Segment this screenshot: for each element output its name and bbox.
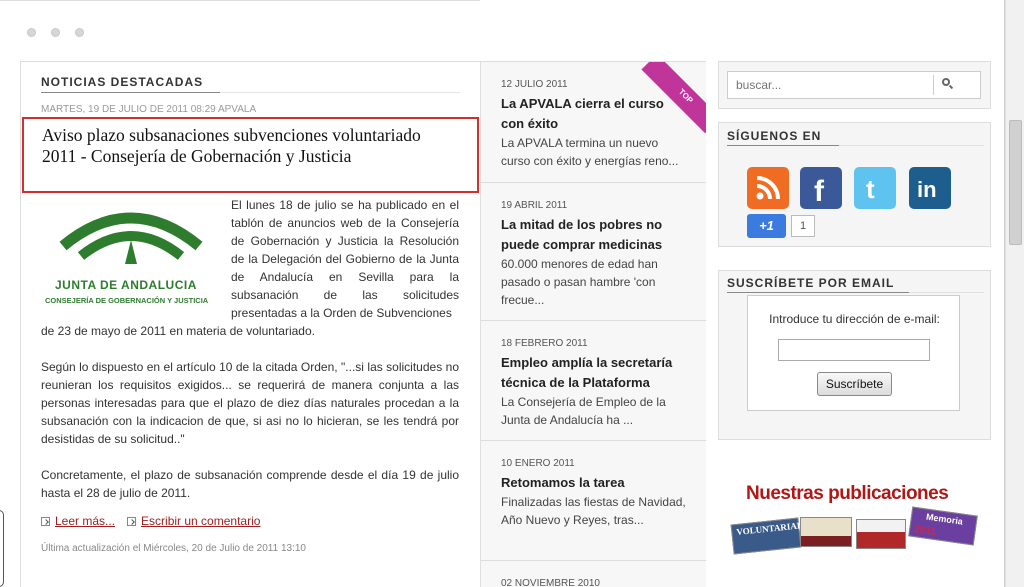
scrollbar-thumb[interactable] [1009, 120, 1022, 245]
last-updated: Última actualización el Miércoles, 20 de… [41, 543, 306, 554]
slider-dot[interactable] [27, 28, 36, 37]
slider-dots [27, 28, 84, 37]
top-divider [0, 0, 480, 1]
follow-widget: SÍGUENOS EN f t in +1 1 [718, 122, 991, 247]
read-more-link[interactable]: Leer más... [55, 514, 115, 528]
article-paragraph: de 23 de mayo de 2011 en materia de volu… [41, 324, 315, 338]
article-paragraph: Concretamente, el plazo de subsanación c… [41, 468, 459, 500]
comment-icon [127, 516, 137, 526]
news-excerpt: La Consejería de Empleo de la Junta de A… [501, 395, 666, 427]
section-rule-light [220, 92, 460, 93]
news-excerpt: 60.000 menores de edad han pasado o pasa… [501, 257, 658, 307]
publication-cover[interactable] [800, 517, 852, 547]
search-button[interactable] [933, 75, 957, 95]
section-rule [41, 92, 220, 93]
widget-rule [727, 145, 839, 146]
article-title-box: Aviso plazo subsanaciones subvenciones v… [22, 117, 479, 193]
news-item[interactable]: 12 JULIO 2011 La APVALA cierra el curso … [481, 79, 706, 183]
section-title: NOTICIAS DESTACADAS [41, 75, 204, 89]
featured-article: NOTICIAS DESTACADAS MARTES, 19 DE JULIO … [21, 62, 480, 587]
svg-text:t: t [866, 174, 875, 204]
search-widget [718, 61, 991, 109]
widget-rule-light [909, 292, 984, 293]
news-item[interactable]: 18 FEBRERO 2011 Empleo amplía la secreta… [481, 338, 706, 441]
news-item[interactable]: 19 ABRIL 2011 La mitad de los pobres no … [481, 200, 706, 321]
svg-text:in: in [917, 177, 937, 202]
subscribe-title: SUSCRÍBETE POR EMAIL [727, 276, 895, 290]
logo-subtext: CONSEJERÍA DE GOBERNACIÓN Y JUSTICIA [45, 296, 209, 305]
article-paragraph: El lunes 18 de julio se ha publicado en … [231, 198, 459, 320]
cover-year: 2011 [913, 524, 937, 538]
news-excerpt: La APVALA termina un nuevo curso con éxi… [501, 136, 679, 168]
subscribe-button[interactable]: Suscríbete [817, 372, 892, 396]
window-edge [0, 510, 4, 587]
twitter-icon[interactable]: t [854, 167, 896, 209]
junta-andalucia-logo: JUNTA DE ANDALUCIA CONSEJERÍA DE GOBERNA… [41, 198, 221, 313]
news-item[interactable]: 10 ENERO 2011 Retomamos la tarea Finaliz… [481, 458, 706, 561]
news-item[interactable]: 02 NOVIEMBRE 2010 [481, 578, 706, 587]
search-box [727, 71, 981, 99]
publication-cover[interactable] [856, 519, 906, 549]
google-plus-count: 1 [791, 215, 815, 237]
cover-title: Memoria [925, 511, 964, 527]
news-date: 12 JULIO 2011 [501, 79, 568, 90]
logo-text: JUNTA DE ANDALUCIA [55, 278, 197, 292]
subscribe-widget: SUSCRÍBETE POR EMAIL Introduce tu direcc… [718, 270, 991, 440]
publications-covers[interactable]: VOLUNTARIADO Memoria 2011 [730, 506, 980, 555]
linkedin-icon[interactable]: in [909, 167, 951, 209]
news-title[interactable]: La APVALA cierra el curso con éxito [501, 94, 687, 134]
news-title[interactable]: Empleo amplía la secretaría técnica de l… [501, 353, 687, 393]
news-excerpt: Finalizadas las fiestas de Navidad, Año … [501, 495, 686, 527]
facebook-icon[interactable]: f [800, 167, 842, 209]
article-title-link[interactable]: Aviso plazo subsanaciones subvenciones v… [42, 125, 421, 166]
widget-rule-light [839, 145, 984, 146]
svg-text:f: f [814, 175, 825, 208]
publication-cover[interactable]: Memoria 2011 [908, 506, 978, 546]
widget-rule [727, 292, 909, 293]
slider-dot[interactable] [75, 28, 84, 37]
main-content: NOTICIAS DESTACADAS MARTES, 19 DE JULIO … [20, 61, 706, 587]
news-date: 18 FEBRERO 2011 [501, 338, 588, 349]
arrow-icon [41, 516, 50, 526]
write-comment-link[interactable]: Escribir un comentario [141, 514, 260, 528]
rss-icon[interactable] [747, 167, 789, 209]
vertical-scrollbar[interactable] [1005, 0, 1024, 587]
news-list: TOP 12 JULIO 2011 La APVALA cierra el cu… [480, 62, 706, 587]
slider-dot[interactable] [51, 28, 60, 37]
publication-cover[interactable]: VOLUNTARIADO [730, 517, 811, 555]
news-title[interactable]: La mitad de los pobres no puede comprar … [501, 215, 687, 255]
follow-title: SÍGUENOS EN [727, 129, 822, 143]
email-field[interactable] [778, 339, 930, 361]
article-paragraph: Según lo dispuesto en el artículo 10 de … [41, 360, 459, 446]
search-input[interactable] [728, 72, 928, 98]
news-date: 19 ABRIL 2011 [501, 200, 568, 211]
subscribe-form: Introduce tu dirección de e-mail: Suscrí… [747, 295, 960, 411]
news-title[interactable]: Retomamos la tarea [501, 473, 687, 493]
google-plus-button[interactable]: +1 [747, 214, 786, 238]
news-date: 10 ENERO 2011 [501, 458, 575, 469]
article-meta: MARTES, 19 DE JULIO DE 2011 08:29 APVALA [41, 104, 257, 115]
publications-title[interactable]: Nuestras publicaciones [746, 483, 949, 505]
article-links: Leer más... Escribir un comentario [41, 514, 260, 528]
subscribe-label: Introduce tu dirección de e-mail: [769, 312, 940, 326]
news-date: 02 NOVIEMBRE 2010 [501, 578, 600, 587]
